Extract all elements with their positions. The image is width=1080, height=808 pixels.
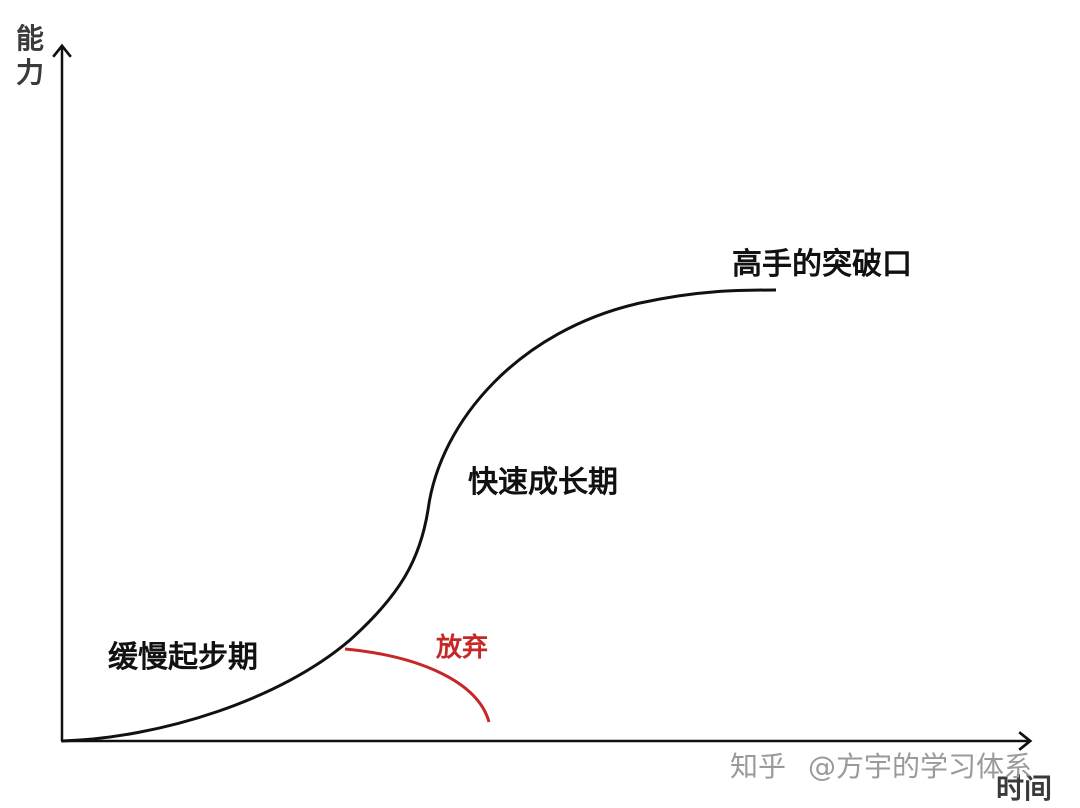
label-breakthrough: 高手的突破口	[732, 247, 912, 282]
y-axis-label-char-2: 力	[16, 56, 44, 89]
s-curve-diagram: 能 力 时间 高手的突破口 快速成长期 缓慢起步期 放弃 知乎 @方宇的学习体系	[16, 22, 1052, 805]
label-slow-start: 缓慢起步期	[108, 640, 258, 675]
label-give-up: 放弃	[435, 632, 488, 663]
label-rapid-growth: 快速成长期	[468, 465, 618, 500]
watermark-author: @方宇的学习体系	[808, 750, 1032, 783]
watermark-site: 知乎	[730, 750, 786, 783]
y-axis-label-char-1: 能	[16, 22, 44, 55]
